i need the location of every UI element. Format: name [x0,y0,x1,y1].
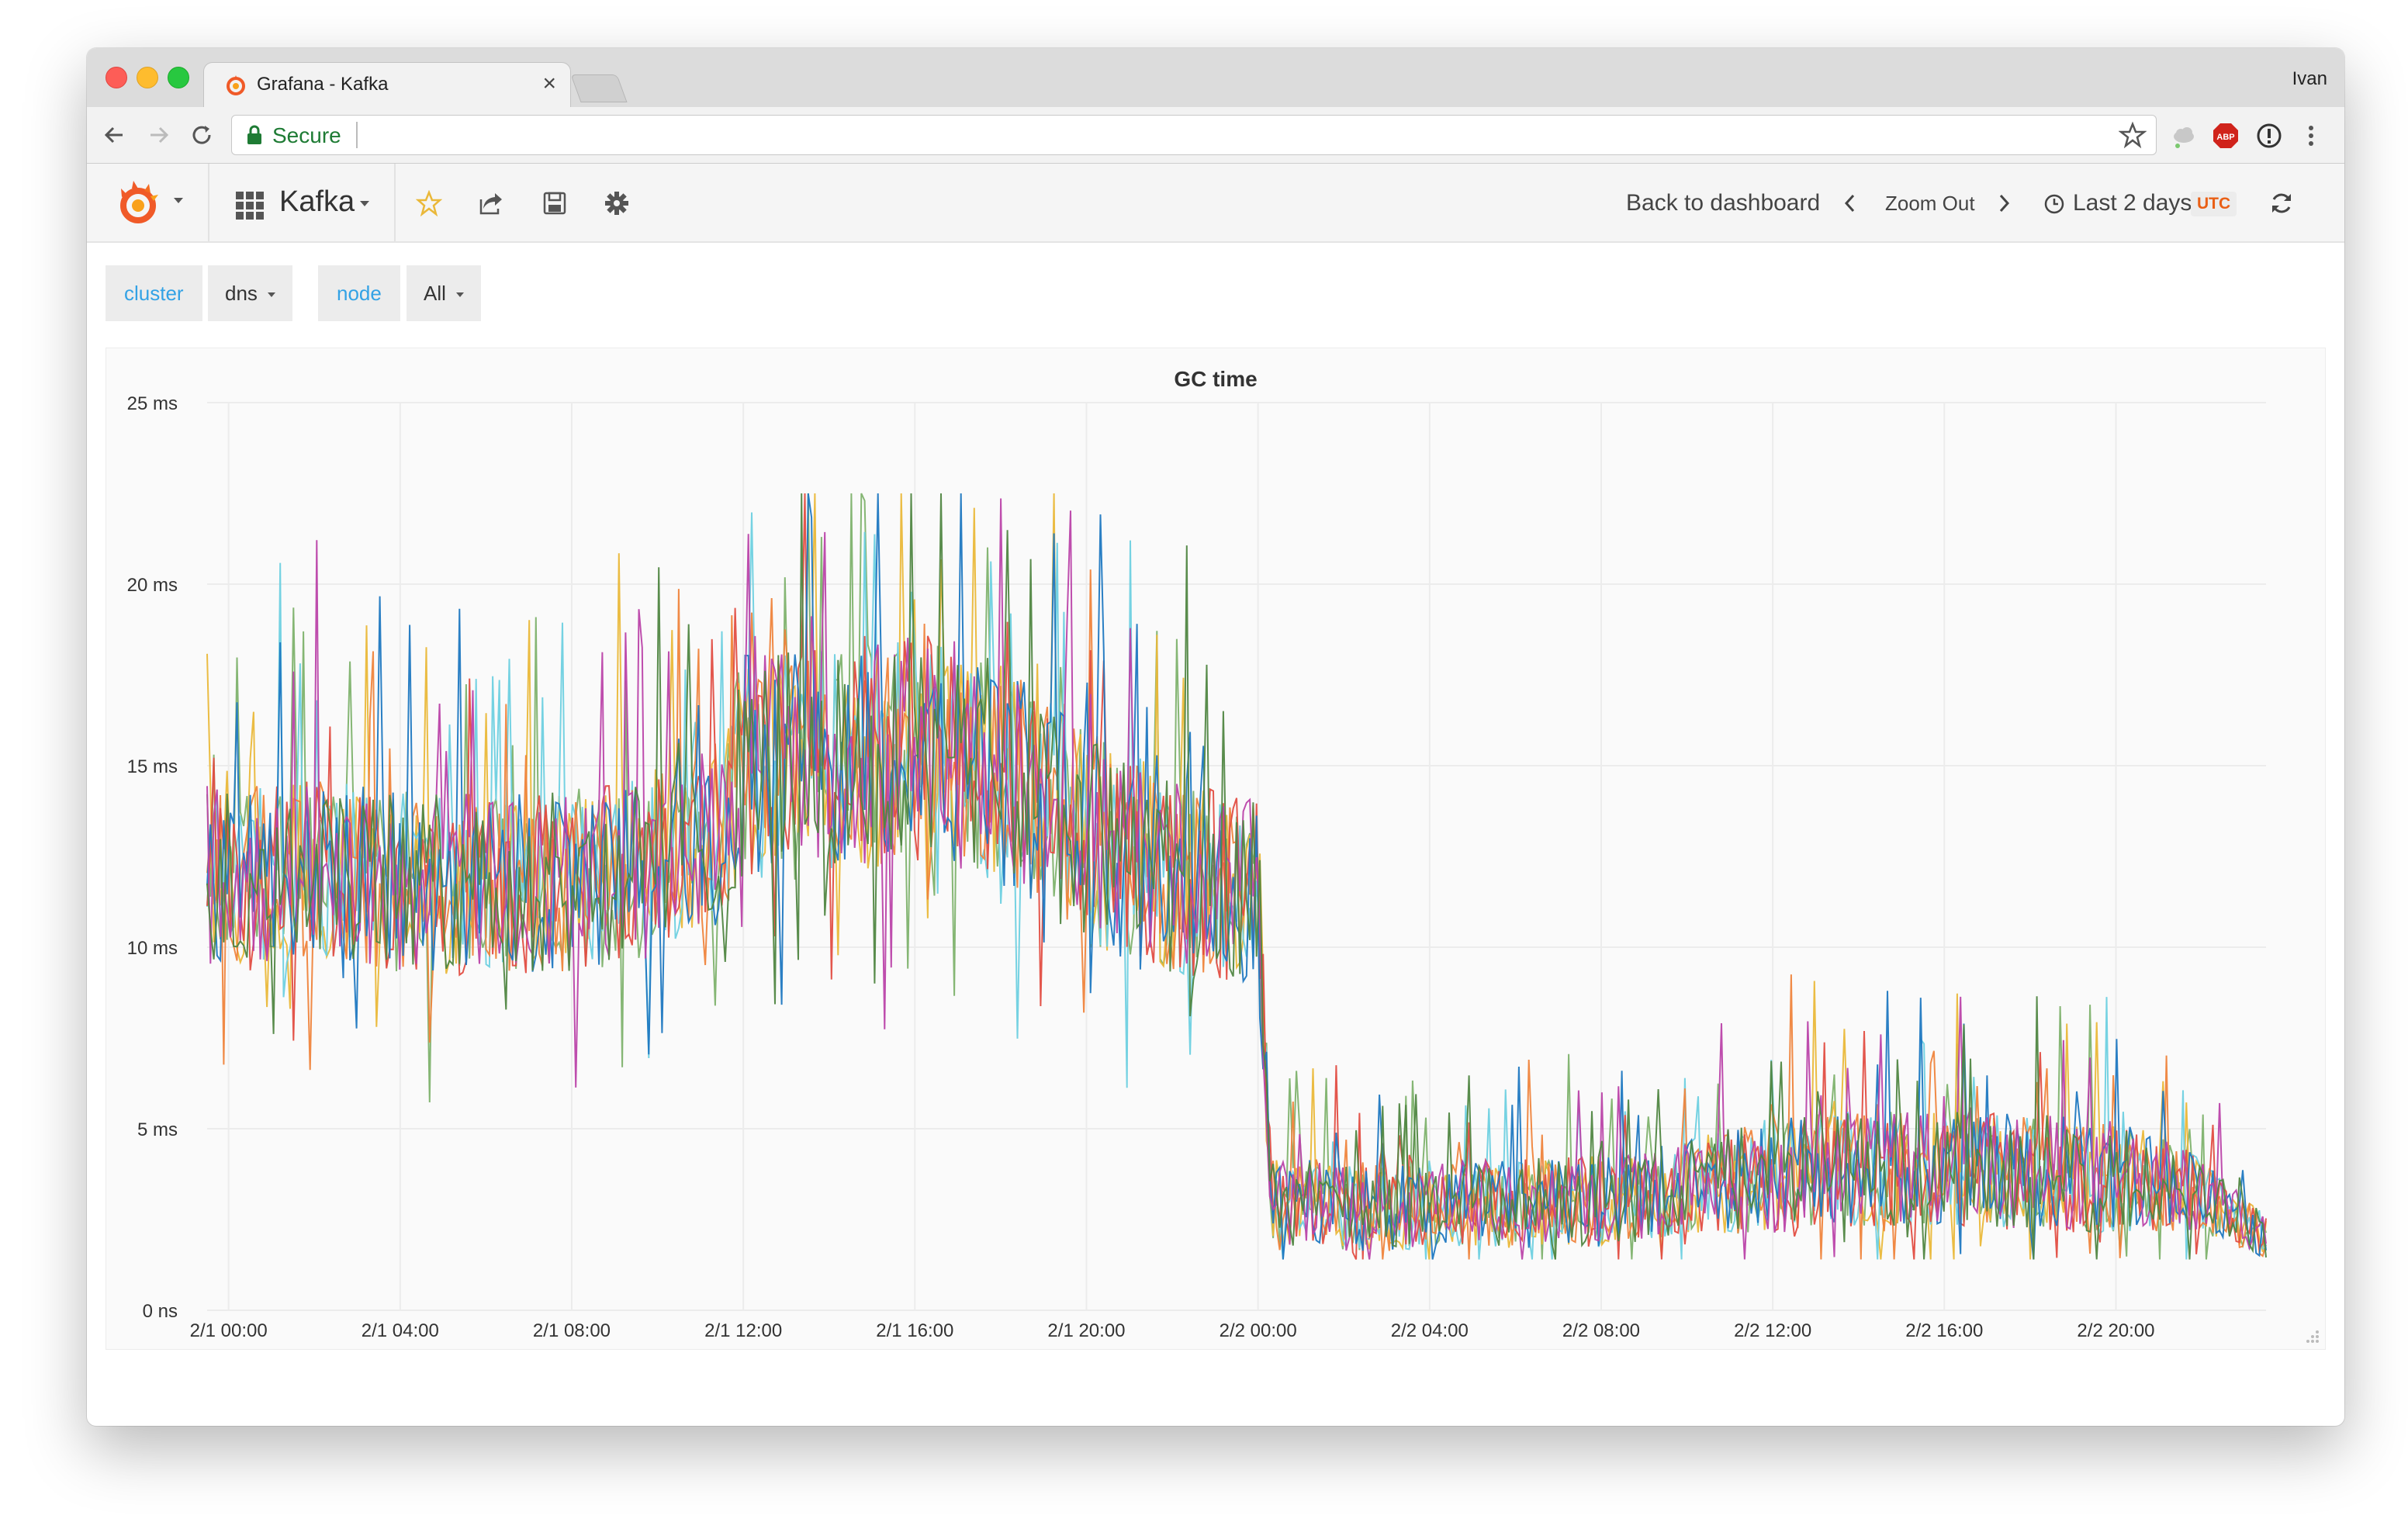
tab-close-icon[interactable]: × [542,71,556,97]
chevron-left-icon[interactable] [1842,190,1857,216]
x-tick-label: 2/2 12:00 [1734,1320,1811,1341]
refresh-icon[interactable] [2268,190,2295,216]
adblock-extension-icon[interactable]: ABP [2213,123,2239,149]
grafana-logo-icon[interactable] [115,178,164,227]
variable-label-text: cluster [124,282,184,305]
minimize-window-button[interactable] [137,67,158,88]
y-tick-label: 25 ms [127,393,178,414]
save-icon[interactable] [541,190,568,216]
x-tick-label: 2/1 00:00 [190,1320,268,1341]
secure-label: Secure [272,123,341,147]
y-tick-label: 5 ms [137,1119,178,1140]
dashboard-grid-icon [236,192,264,220]
profile-name[interactable]: Ivan [2292,68,2327,90]
dropdown-caret-icon [268,292,276,298]
dropdown-caret-icon [456,292,465,298]
x-tick-label: 2/1 04:00 [362,1320,439,1341]
address-bar[interactable]: Secure [231,115,2157,155]
nav-separator [208,164,209,241]
browser-tab-grafana[interactable]: Grafana - Kafka × [203,62,571,109]
x-tick-label: 2/2 20:00 [2077,1320,2154,1341]
x-tick-label: 2/1 16:00 [876,1320,953,1341]
bookmark-star-icon[interactable] [2119,121,2147,149]
menu-caret-icon[interactable] [174,198,183,204]
tab-strip: Grafana - Kafka × Ivan [87,48,2344,109]
chevron-right-icon[interactable] [1997,190,2012,216]
adblock-label: ABP [2216,133,2234,142]
timezone-badge: UTC [2191,192,2237,216]
y-tick-label: 10 ms [127,938,178,959]
browser-menu-icon[interactable] [2298,123,2324,149]
graph-panel: GC time 0 ns 5 ms 10 ms 15 ms 20 ms 25 ms 2/1 … [106,348,2326,1350]
browser-window: Grafana - Kafka × Ivan Secure ABP Kafka … [87,48,2344,1426]
y-tick-label: 20 ms [127,575,178,596]
x-tick-label: 2/2 00:00 [1220,1320,1297,1341]
clock-icon [2044,194,2064,214]
variable-select-node[interactable]: All [407,265,482,321]
grafana-favicon-icon [227,75,245,95]
forward-arrow-icon[interactable] [143,119,174,150]
reload-icon[interactable] [186,119,217,150]
lock-icon [247,125,261,144]
info-extension-icon[interactable] [2256,123,2282,149]
cloud-extension-icon[interactable] [2171,123,2197,149]
favorite-star-icon[interactable] [416,190,442,216]
x-tick-label: 2/2 04:00 [1391,1320,1469,1341]
y-tick-label: 15 ms [127,756,178,777]
variable-value-text: dns [225,282,258,305]
x-tick-label: 2/1 08:00 [533,1320,611,1341]
zoom-window-button[interactable] [168,67,189,88]
back-arrow-icon[interactable] [99,119,130,150]
dashboard-caret-icon[interactable] [360,201,369,207]
x-tick-label: 2/1 20:00 [1047,1320,1125,1341]
tab-title: Grafana - Kafka [257,74,389,95]
variable-value-text: All [424,282,446,305]
new-tab-button[interactable] [570,74,628,102]
share-icon[interactable] [478,190,504,216]
x-tick-label: 2/2 08:00 [1562,1320,1640,1341]
x-tick-label: 2/2 16:00 [1905,1320,1983,1341]
nav-separator [394,164,396,241]
x-tick-label: 2/1 12:00 [704,1320,782,1341]
variable-label-cluster: cluster [106,265,202,321]
y-tick-label: 0 ns [143,1301,178,1322]
variable-label-node: node [318,265,400,321]
browser-toolbar: Secure ABP [87,107,2344,164]
grafana-navbar: Kafka Back to dashboard Zoom Out Last 2 … [87,164,2344,243]
dashboard-title[interactable]: Kafka [279,185,355,219]
time-range-picker[interactable]: Last 2 days [2073,190,2192,216]
gc-time-chart[interactable]: 0 ns 5 ms 10 ms 15 ms 20 ms 25 ms 2/1 00:00 2/1… [106,348,2325,1349]
resize-handle-icon[interactable] [2303,1327,2320,1344]
close-window-button[interactable] [106,67,127,88]
address-separator [356,122,358,148]
settings-gear-icon[interactable] [604,190,630,216]
zoom-out-button[interactable]: Zoom Out [1885,192,1975,216]
variable-label-text: node [337,282,382,305]
back-to-dashboard-link[interactable]: Back to dashboard [1626,190,1820,216]
variable-select-cluster[interactable]: dns [208,265,293,321]
